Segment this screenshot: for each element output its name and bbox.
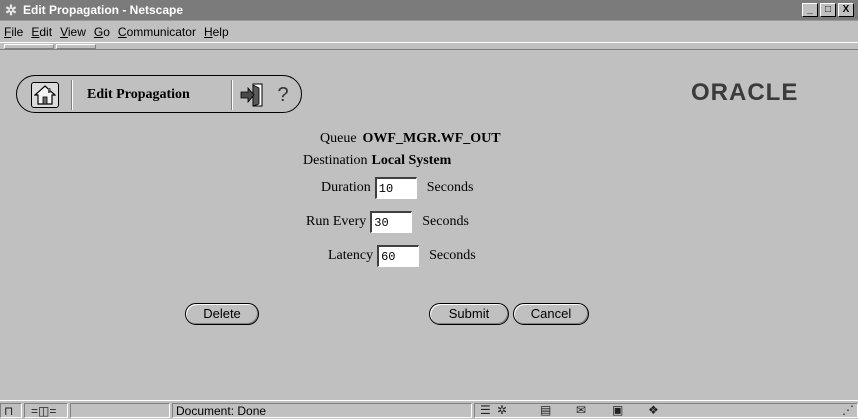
delete-button[interactable]: Delete (185, 303, 259, 325)
submit-button[interactable]: Submit (429, 303, 509, 325)
separator-grip-icon: ☰ (480, 403, 491, 417)
destination-label: Destination (303, 153, 368, 168)
run-every-unit: Seconds (422, 214, 469, 229)
queue-row: Queue OWF_MGR.WF_OUT (320, 131, 501, 147)
conference-icon[interactable]: ❖ (648, 403, 659, 417)
page-content: Edit Propagation ? ORACLE Queue OWF_MGR.… (0, 53, 858, 400)
mail-icon[interactable]: ▤ (540, 403, 551, 417)
connection-cell[interactable]: =◫= (24, 403, 68, 418)
security-lock-icon: ⊓ (4, 404, 14, 418)
latency-label: Latency (328, 248, 374, 263)
run-every-row: Run Every Seconds (306, 211, 469, 233)
menu-file[interactable]: File (4, 25, 23, 39)
oracle-logo: ORACLE (691, 79, 799, 106)
global-bar-separator (231, 80, 233, 110)
latency-unit: Seconds (429, 248, 476, 263)
help-icon: ? (277, 84, 289, 106)
menu-help[interactable]: Help (204, 25, 229, 39)
toolbar-grip-strip (0, 42, 858, 50)
menu-communicator[interactable]: Communicator (118, 25, 196, 39)
menu-view[interactable]: View (60, 25, 86, 39)
status-text: Document: Done (176, 404, 267, 418)
run-every-label: Run Every (306, 214, 367, 229)
navigator-icon[interactable]: ✲ (497, 403, 507, 417)
discussion-icon[interactable]: ✉ (576, 403, 586, 417)
connection-plug-icon: =◫= (31, 404, 57, 418)
duration-label: Duration (321, 180, 371, 195)
menu-go[interactable]: Go (94, 25, 110, 39)
composer-icon[interactable]: ▣ (612, 403, 623, 417)
duration-unit: Seconds (426, 180, 474, 195)
queue-label: Queue (320, 131, 357, 146)
maximize-button[interactable]: □ (820, 3, 836, 17)
menu-edit[interactable]: Edit (31, 25, 52, 39)
statusbar: ⊓ =◫= Document: Done ☰ ✲ ▤ ✉ ▣ ❖ ⋰ (0, 400, 858, 419)
duration-input[interactable] (374, 177, 417, 199)
security-cell[interactable]: ⊓ (0, 403, 22, 418)
window-title: Edit Propagation - Netscape (23, 3, 184, 17)
destination-value: Local System (371, 153, 452, 168)
home-button[interactable] (31, 82, 59, 108)
queue-value: OWF_MGR.WF_OUT (362, 131, 501, 146)
toolbar-grip-1[interactable] (4, 44, 54, 49)
component-bar (474, 403, 858, 418)
destination-row: Destination Local System (303, 153, 451, 169)
latency-input[interactable] (377, 245, 420, 267)
close-button[interactable]: X (838, 3, 854, 17)
netscape-app-icon: ✲ (5, 2, 17, 18)
global-buttons-bar: Edit Propagation ? (16, 75, 302, 113)
minimize-button[interactable]: _ (802, 3, 818, 17)
window-controls: _ □ X (802, 3, 854, 17)
menubar: File Edit View Go Communicator Help (0, 21, 858, 42)
run-every-input[interactable] (370, 211, 413, 233)
global-bar-separator (71, 80, 73, 110)
latency-row: Latency Seconds (328, 245, 476, 267)
exit-button[interactable] (239, 82, 265, 108)
page-title: Edit Propagation (87, 87, 190, 102)
help-button[interactable]: ? (273, 82, 293, 108)
resize-grip-icon[interactable]: ⋰ (842, 403, 854, 417)
toolbar-grip-2[interactable] (56, 44, 96, 49)
home-icon (34, 85, 56, 105)
exit-icon (240, 83, 263, 107)
window-titlebar: ✲ Edit Propagation - Netscape _ □ X (0, 0, 858, 21)
cancel-button[interactable]: Cancel (513, 303, 589, 325)
duration-row: Duration Seconds (321, 177, 473, 199)
progress-cell (70, 403, 170, 418)
